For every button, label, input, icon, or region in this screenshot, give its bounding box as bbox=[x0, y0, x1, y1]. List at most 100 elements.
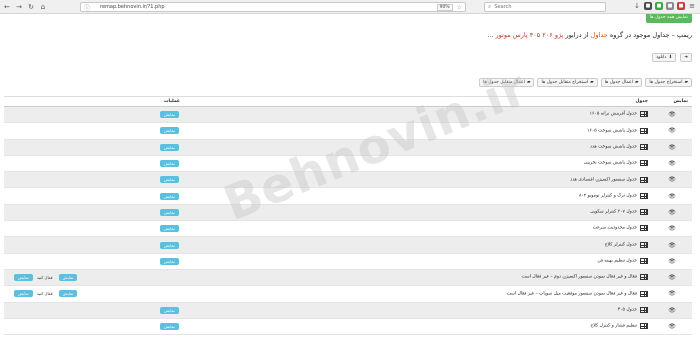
row-view-cell: 👁 bbox=[652, 106, 692, 124]
view-button[interactable]: نمایش bbox=[160, 257, 179, 265]
eye-icon[interactable]: 👁 bbox=[668, 290, 676, 297]
row-table-cell: تنظیم فشار و کنترل کلاچ bbox=[183, 318, 652, 336]
table-name[interactable]: جدول ۳۰۷ کنترلر سکوپی bbox=[590, 210, 637, 215]
extension-icon[interactable]: ■ bbox=[644, 2, 652, 10]
eye-icon[interactable]: 👁 bbox=[668, 274, 676, 281]
apply-mutual-tables-button[interactable]: ▰ اعمال متقابل جدول ها bbox=[479, 78, 535, 87]
extension-icon[interactable]: ■ bbox=[666, 2, 674, 10]
table-name[interactable]: تنظیم فشار و کنترل کلاچ bbox=[590, 324, 637, 329]
extract-tables-button[interactable]: ▰ استخراج جدول ها bbox=[645, 78, 692, 87]
eye-icon[interactable]: 👁 bbox=[668, 242, 676, 249]
extension-icon[interactable]: ■ bbox=[655, 2, 663, 10]
view-button[interactable]: نمایش bbox=[58, 274, 78, 282]
table-grid-icon bbox=[640, 192, 648, 199]
table-name[interactable]: جدول محدودیت سرعت bbox=[593, 226, 637, 231]
row-view-cell: 👁 bbox=[652, 302, 692, 319]
table-name[interactable]: جدول ترک و کنترلر توموبو ۸۰۲ bbox=[579, 193, 637, 198]
view-button[interactable]: نمایش bbox=[160, 160, 179, 168]
eye-icon[interactable]: 👁 bbox=[668, 225, 676, 232]
row-table-cell: جدول پاشش سوخت ۱۶۰۵ bbox=[183, 122, 652, 140]
row-view-cell: 👁 bbox=[652, 155, 692, 173]
row-ops-cell: نمایش bbox=[4, 171, 184, 189]
apply-tables-button[interactable]: ▰ اعمال جدول ها bbox=[600, 78, 643, 87]
table-row: 👁 تنظیم فشار و کنترل کلاچ نمایش bbox=[4, 318, 692, 336]
row-view-cell: 👁 bbox=[652, 220, 692, 238]
view-button[interactable]: نمایش bbox=[14, 274, 33, 282]
eye-icon[interactable]: 👁 bbox=[668, 307, 676, 314]
forward-icon[interactable]: → bbox=[14, 2, 24, 12]
row-ops-cell: نمایش bbox=[4, 122, 184, 140]
extension-icon[interactable]: ■ bbox=[677, 2, 685, 10]
reload-icon[interactable]: ↻ bbox=[26, 2, 36, 12]
table-header-row: نمایش جدول عملیات bbox=[4, 96, 692, 107]
view-button[interactable]: نمایش bbox=[160, 127, 179, 135]
view-button[interactable]: نمایش bbox=[58, 290, 78, 298]
eye-icon[interactable]: 👁 bbox=[668, 209, 676, 216]
table-name[interactable]: جدول سنسور اکسیژن اقتصادی هدد bbox=[570, 177, 637, 182]
row-table-cell: جدول تنظیم بهینه فن bbox=[183, 253, 652, 270]
row-view-cell: 👁 bbox=[652, 269, 692, 287]
table-name[interactable]: فعال و غیر فعال نمودن سنسور موقعیت میل س… bbox=[535, 291, 637, 296]
table-row: 👁 جدول محدودیت سرعت نمایش bbox=[4, 220, 692, 238]
search-input[interactable] bbox=[494, 4, 595, 10]
back-icon[interactable]: ← bbox=[2, 2, 12, 12]
view-button[interactable]: نمایش bbox=[14, 290, 33, 298]
table-row: 👁 جدول تنظیم بهینه فن نمایش bbox=[4, 253, 692, 270]
info-icon[interactable]: ⓘ bbox=[84, 3, 90, 12]
address-bar[interactable]: ⓘ remap.behnovin.ir/?1.php 90% ☆ bbox=[80, 2, 466, 12]
status-warning: غیر فعال است bbox=[521, 274, 549, 280]
view-button[interactable]: نمایش bbox=[160, 192, 179, 200]
table-name[interactable]: جدول پاشش سوخت هدد bbox=[590, 144, 637, 149]
row-ops-cell: نمایش bbox=[4, 220, 184, 238]
eye-icon[interactable]: 👁 bbox=[668, 127, 676, 134]
header-table: جدول bbox=[183, 96, 652, 107]
bookmark-star-icon[interactable]: ☆ bbox=[457, 4, 462, 11]
back-button[interactable]: ➜ bbox=[680, 53, 692, 62]
table-grid-icon bbox=[640, 209, 648, 216]
eye-icon[interactable]: 👁 bbox=[668, 176, 676, 183]
table-row: 👁 جدول کنترلر کلاچ نمایش bbox=[4, 236, 692, 254]
view-button[interactable]: نمایش bbox=[160, 208, 179, 216]
view-button[interactable]: نمایش bbox=[160, 111, 179, 119]
table-grid-icon bbox=[640, 258, 648, 265]
view-button[interactable]: نمایش bbox=[160, 306, 179, 314]
table-name[interactable]: جدول آفرینش ترانه ۱۶۰۵ bbox=[590, 112, 637, 117]
table-grid-icon bbox=[640, 127, 648, 134]
eye-icon[interactable]: 👁 bbox=[668, 160, 676, 167]
eye-icon[interactable]: 👁 bbox=[668, 111, 676, 118]
search-bar[interactable]: ⌕ bbox=[484, 2, 606, 12]
view-button[interactable]: نمایش bbox=[160, 143, 179, 151]
extract-mutual-tables-button[interactable]: ▰ استخراج متقابل جدول ها bbox=[537, 78, 598, 87]
table-row: 👁 جدول پاشش سوخت تخریبی نمایش bbox=[4, 155, 692, 173]
hamburger-menu-icon[interactable]: ≡ bbox=[688, 2, 696, 10]
row-ops-cell: نمایش bbox=[4, 204, 184, 222]
row-ops-cell: نمایش bbox=[4, 106, 184, 124]
view-button[interactable]: نمایش bbox=[160, 241, 179, 249]
table-name[interactable]: جدول پاشش سوخت ۱۶۰۵ bbox=[587, 128, 637, 133]
show-all-tables-button[interactable]: نمایش همه جدول ها bbox=[645, 14, 692, 23]
download-icon[interactable]: ↓ bbox=[633, 2, 641, 10]
enable-link[interactable]: فعال کنید bbox=[37, 291, 53, 296]
table-name[interactable]: جدول ۴۰۵ bbox=[618, 307, 637, 312]
table-row: 👁 جدول ۳۰۷ کنترلر سکوپی نمایش bbox=[4, 204, 692, 222]
table-row: 👁 جدول ۴۰۵ نمایش bbox=[4, 302, 692, 319]
eye-icon[interactable]: 👁 bbox=[668, 323, 676, 330]
eye-icon[interactable]: 👁 bbox=[668, 193, 676, 200]
table-name[interactable]: فعال و غیر فعال نمودن سنسور اکسیژن دوم – bbox=[550, 275, 637, 280]
eye-icon[interactable]: 👁 bbox=[668, 258, 676, 265]
table-name[interactable]: جدول کنترلر کلاچ bbox=[605, 242, 637, 247]
view-button[interactable]: نمایش bbox=[160, 225, 179, 233]
row-table-cell: فعال و غیر فعال نمودن سنسور اکسیژن دوم –… bbox=[183, 269, 652, 287]
zoom-indicator[interactable]: 90% bbox=[436, 3, 453, 11]
page-title: ریمپ – جداول موجود در گروه جداول از درای… bbox=[487, 31, 692, 39]
view-button[interactable]: نمایش bbox=[160, 176, 179, 184]
download-button[interactable]: ⬇ دانلود bbox=[652, 53, 677, 62]
view-button[interactable]: نمایش bbox=[160, 323, 179, 330]
enable-link[interactable]: فعال کنید bbox=[37, 275, 53, 280]
search-icon: ⌕ bbox=[488, 3, 492, 10]
table-name[interactable]: جدول پاشش سوخت تخریبی bbox=[584, 161, 637, 166]
row-view-cell: 👁 bbox=[652, 318, 692, 336]
home-icon[interactable]: ⌂ bbox=[38, 2, 48, 12]
table-name[interactable]: جدول تنظیم بهینه فن bbox=[597, 259, 637, 264]
eye-icon[interactable]: 👁 bbox=[668, 144, 676, 151]
